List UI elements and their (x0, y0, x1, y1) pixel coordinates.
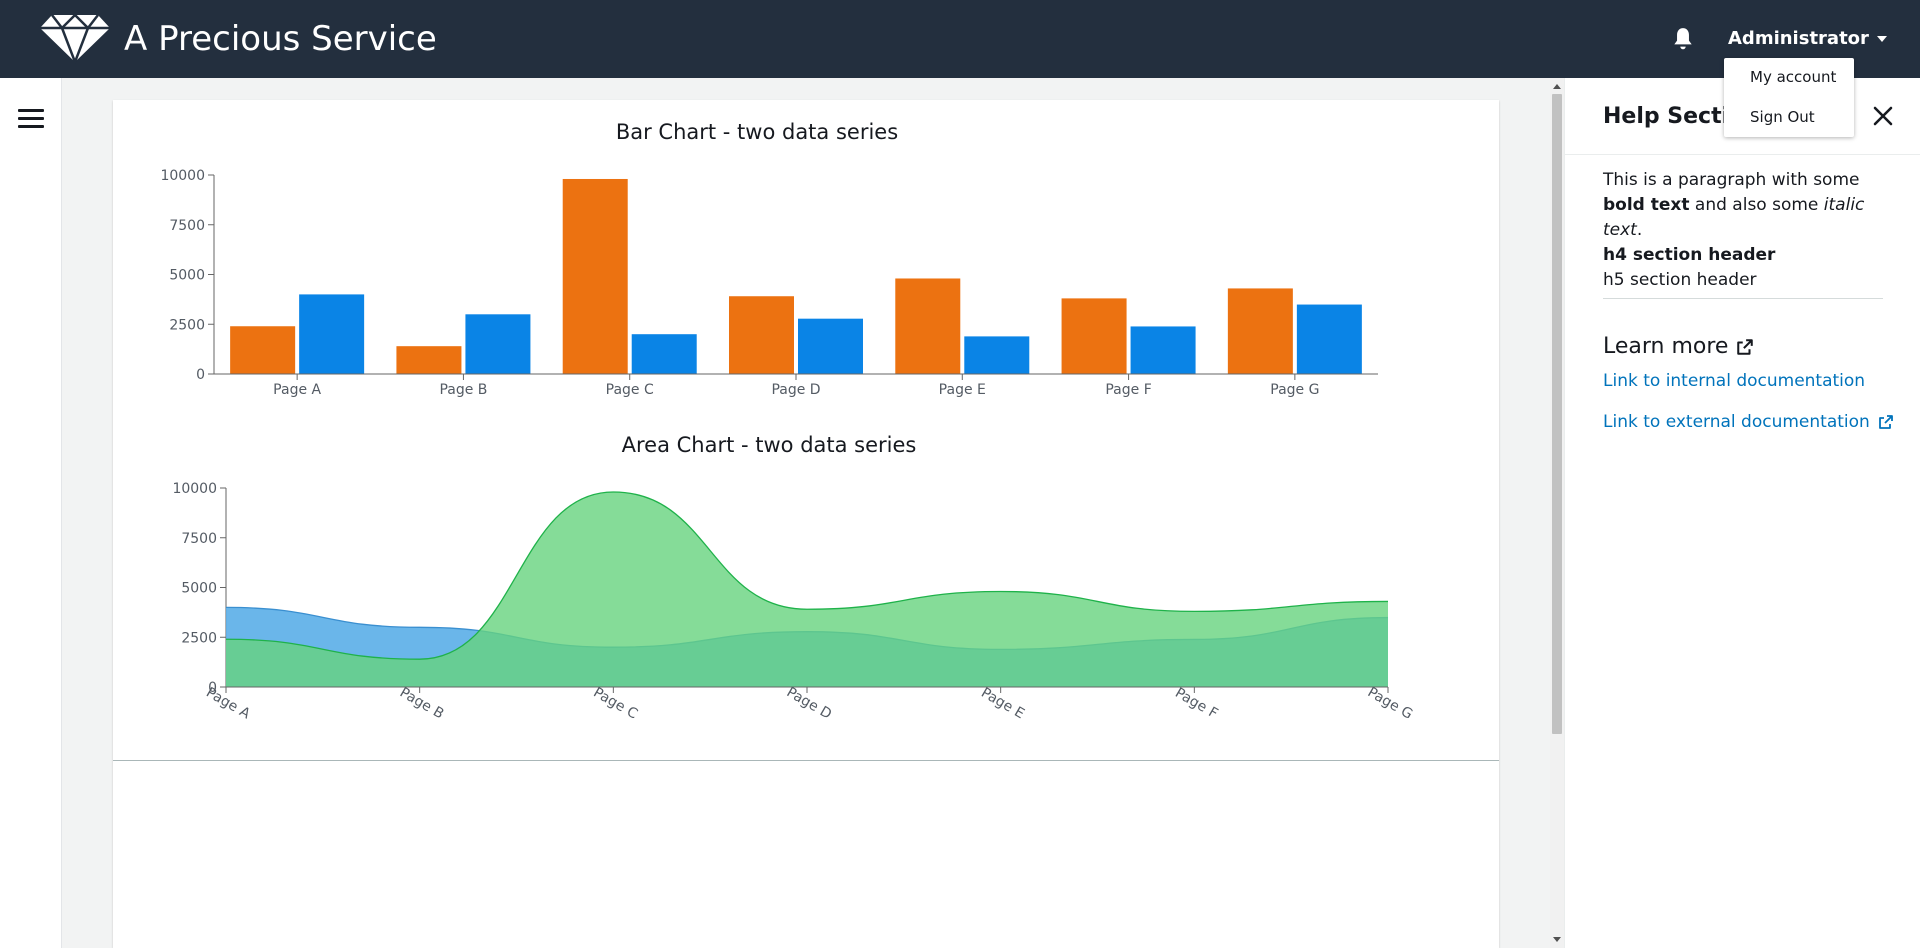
bar-x-tick-label: Page D (771, 382, 820, 398)
area-x-tick-label: Page E (978, 685, 1027, 722)
bar[interactable] (798, 318, 863, 374)
menu-item-my-account[interactable]: My account (1750, 67, 1836, 87)
bar-x-tick-label: Page E (939, 382, 986, 398)
bold-text: bold text (1603, 195, 1690, 215)
bar[interactable] (895, 278, 961, 374)
h5-section-header: h5 section header (1603, 270, 1757, 290)
user-dropdown-menu: My account Sign Out (1724, 58, 1854, 137)
bar-chart: Bar Chart - two data series 0 2500 5000 750… (160, 120, 1378, 398)
area-y-tick-label: 10000 (172, 481, 217, 497)
bar-x-tick-label: Page A (273, 382, 321, 398)
scroll-thumb[interactable] (1552, 94, 1562, 734)
bar[interactable] (396, 346, 462, 374)
bar-x-tick-label: Page B (439, 382, 487, 398)
external-link-icon (1737, 339, 1754, 355)
area-chart: Area Chart - two data series 02500500075… (172, 433, 1415, 723)
link-internal-documentation[interactable]: Link to internal documentation (1603, 369, 1865, 393)
user-menu-label: Administrator (1728, 28, 1869, 49)
bar-chart-title: Bar Chart - two data series (616, 120, 898, 144)
area-x-tick-label: Page C (590, 685, 640, 723)
close-icon[interactable] (1871, 104, 1895, 128)
hamburger-menu-icon[interactable] (18, 109, 44, 129)
bar-y-tick-label: 10000 (160, 168, 205, 184)
area-x-tick-label: Page B (397, 685, 447, 723)
area-x-tick-label: Page A (203, 685, 253, 723)
bar-y-tick-label: 2500 (169, 317, 205, 333)
bar-y-tick-label: 5000 (169, 268, 205, 284)
bar[interactable] (562, 178, 628, 374)
h4-section-header: h4 section header (1603, 245, 1776, 265)
help-panel: Help Section This is a paragraph with so… (1564, 78, 1920, 948)
area-y-tick-label: 7500 (181, 531, 217, 547)
user-menu-trigger[interactable]: Administrator (1728, 27, 1887, 51)
help-paragraph: This is a paragraph with some bold text … (1603, 170, 1865, 240)
area-x-tick-label: Page F (1172, 685, 1220, 722)
help-body: This is a paragraph with some bold text … (1603, 168, 1898, 293)
external-link-icon (1878, 415, 1893, 429)
bar[interactable] (631, 334, 697, 374)
bar-y-tick-label: 0 (196, 367, 205, 383)
link-external-documentation[interactable]: Link to external documentation (1603, 410, 1894, 434)
side-navigation-rail (0, 78, 62, 948)
scroll-up-arrow-icon[interactable] (1553, 84, 1561, 89)
menu-item-sign-out[interactable]: Sign Out (1750, 107, 1815, 127)
content-divider (113, 760, 1499, 761)
bar-x-tick-label: Page G (1270, 382, 1319, 398)
area-y-tick-label: 2500 (181, 630, 217, 646)
bar[interactable] (230, 326, 296, 374)
help-separator (1603, 298, 1883, 299)
learn-more-heading: Learn more (1603, 332, 1754, 362)
bar-x-tick-label: Page F (1105, 382, 1151, 398)
bar[interactable] (964, 336, 1030, 374)
help-header-divider (1565, 154, 1920, 155)
bar[interactable] (465, 314, 531, 374)
content-scrollbar[interactable] (1550, 78, 1564, 948)
area-x-tick-label: Page D (784, 684, 835, 722)
scroll-down-arrow-icon[interactable] (1553, 937, 1561, 942)
area-x-tick-label: Page G (1365, 684, 1416, 722)
caret-down-icon (1876, 36, 1887, 42)
bar[interactable] (729, 296, 794, 374)
bar[interactable] (1130, 326, 1196, 374)
area-y-tick-label: 5000 (181, 581, 217, 597)
bar-x-tick-label: Page C (606, 382, 654, 398)
bar-y-tick-label: 7500 (169, 218, 205, 234)
brand-title[interactable]: A Precious Service (124, 19, 437, 59)
top-navigation-bar: A Precious Service Administrator (0, 0, 1920, 78)
notifications-bell-icon[interactable] (1670, 26, 1696, 52)
bar[interactable] (1061, 298, 1127, 374)
bar[interactable] (1296, 304, 1362, 374)
diamond-logo-icon[interactable] (38, 12, 112, 64)
bar[interactable] (1227, 288, 1293, 374)
bar[interactable] (299, 294, 365, 374)
charts-canvas: Bar Chart - two data series 0 2500 5000 750… (160, 120, 1415, 723)
area-chart-title: Area Chart - two data series (622, 433, 917, 457)
